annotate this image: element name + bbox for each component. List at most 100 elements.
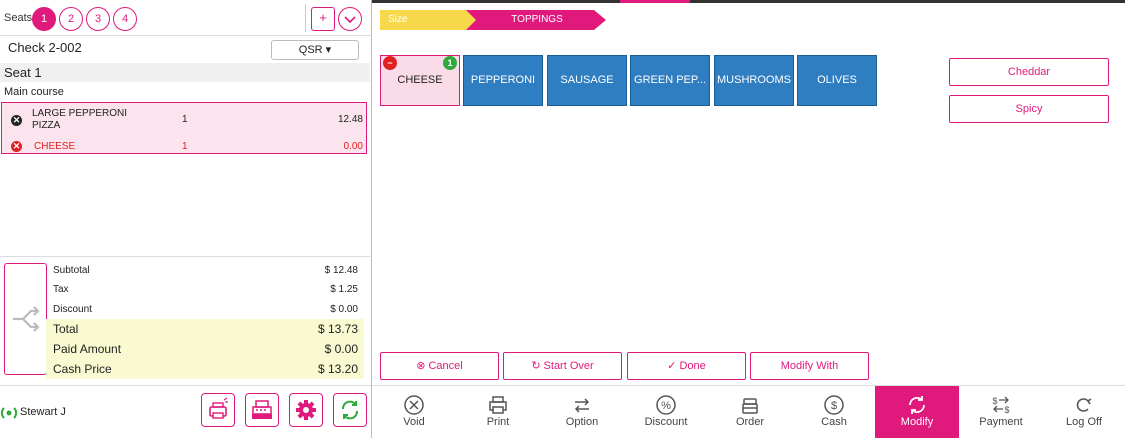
expand-button[interactable] bbox=[338, 7, 362, 31]
order-item[interactable]: ✕ CHEESE 1 0.00 bbox=[2, 139, 366, 153]
check-row: Check 2-002 QSR ▾ bbox=[0, 36, 372, 62]
cancel-label: Cancel bbox=[428, 360, 463, 372]
tax-row: Tax $ 1.25 bbox=[46, 280, 364, 299]
top-bar-accent bbox=[620, 0, 690, 3]
svg-text:$: $ bbox=[831, 400, 837, 412]
topping-mushrooms-button[interactable]: MUSHROOMS bbox=[714, 55, 794, 106]
seat-3-button[interactable]: 3 bbox=[86, 7, 110, 31]
chevron-down-icon bbox=[344, 16, 356, 24]
split-check-button[interactable] bbox=[4, 263, 47, 375]
order-item-name-line2: PIZZA bbox=[32, 120, 61, 131]
log-off-icon bbox=[1076, 398, 1092, 412]
subtotal-row: Subtotal $ 12.48 bbox=[46, 261, 364, 280]
topping-green-pepper-button[interactable]: GREEN PEP... bbox=[630, 55, 710, 106]
nav-void-label: Void bbox=[403, 416, 425, 428]
cash-price-label: Cash Price bbox=[53, 362, 112, 376]
nav-void-button[interactable]: Void bbox=[372, 386, 456, 438]
nav-cash-button[interactable]: $ Cash bbox=[792, 386, 876, 438]
add-seat-button[interactable]: + bbox=[311, 7, 335, 31]
tax-label: Tax bbox=[53, 284, 69, 295]
user-name: Stewart J bbox=[20, 406, 66, 418]
remove-item-icon[interactable]: ✕ bbox=[11, 141, 22, 152]
seat-2-button[interactable]: 2 bbox=[59, 7, 83, 31]
settings-button[interactable] bbox=[289, 393, 323, 427]
option-cheddar-button[interactable]: Cheddar bbox=[949, 58, 1109, 86]
order-item-name: CHEESE bbox=[34, 141, 76, 152]
gear-icon bbox=[296, 400, 316, 420]
left-toolbar: Stewart J bbox=[0, 385, 371, 438]
printer-icon bbox=[209, 397, 228, 419]
nav-order-button[interactable]: Order bbox=[708, 386, 792, 438]
totals-section: Subtotal $ 12.48 Tax $ 1.25 Discount $ 0… bbox=[0, 256, 370, 379]
nav-discount-label: Discount bbox=[644, 416, 688, 428]
nav-print-button[interactable]: Print bbox=[456, 386, 540, 438]
course-label: Main course bbox=[4, 86, 64, 98]
nav-option-label: Option bbox=[565, 416, 599, 428]
cash-price-row: Cash Price $ 13.20 bbox=[46, 359, 364, 379]
seat-4-button[interactable]: 4 bbox=[113, 7, 137, 31]
topping-sausage-button[interactable]: SAUSAGE bbox=[547, 55, 627, 106]
cash-drawer-button[interactable] bbox=[245, 393, 279, 427]
nav-log-off-button[interactable]: Log Off bbox=[1042, 386, 1125, 438]
total-value: $ 13.73 bbox=[317, 322, 358, 336]
breadcrumb-size[interactable]: Size bbox=[380, 10, 480, 30]
bottom-nav: Void Print Option % Discount Order $ Cas… bbox=[372, 385, 1125, 438]
start-over-label: Start Over bbox=[543, 360, 594, 372]
divider bbox=[305, 4, 306, 32]
order-type-select[interactable]: QSR ▾ bbox=[271, 40, 359, 60]
topping-olives-button[interactable]: OLIVES bbox=[797, 55, 877, 106]
void-icon bbox=[404, 395, 424, 415]
tax-value: $ 1.25 bbox=[330, 284, 358, 295]
printer-settings-button[interactable] bbox=[201, 393, 235, 427]
subtotal-value: $ 12.48 bbox=[324, 265, 358, 276]
order-item-price: 12.48 bbox=[337, 114, 363, 125]
cash-price-value: $ 13.20 bbox=[317, 362, 358, 376]
seats-label: Seats bbox=[4, 12, 33, 24]
discount-label: Discount bbox=[53, 304, 92, 315]
nav-discount-button[interactable]: % Discount bbox=[624, 386, 708, 438]
user-signal-icon bbox=[0, 407, 18, 419]
discount-value: $ 0.00 bbox=[330, 304, 358, 315]
print-icon bbox=[489, 396, 507, 414]
top-bar bbox=[372, 0, 1125, 3]
nav-print-label: Print bbox=[486, 416, 510, 428]
refresh-icon: ↻ bbox=[531, 360, 541, 372]
nav-modify-button[interactable]: Modify bbox=[875, 386, 959, 438]
option-spicy-button[interactable]: Spicy bbox=[949, 95, 1109, 123]
breadcrumb-toppings[interactable]: TOPPINGS bbox=[466, 10, 608, 30]
order-item-name: LARGE PEPPERONI PIZZA bbox=[32, 108, 127, 132]
done-button[interactable]: ✓ Done bbox=[627, 352, 746, 380]
payment-icon: $ $ bbox=[992, 396, 1009, 415]
sync-button[interactable] bbox=[333, 393, 367, 427]
cash-icon: $ bbox=[824, 395, 844, 415]
total-row: Total $ 13.73 bbox=[46, 319, 364, 339]
remove-item-icon[interactable]: ✕ bbox=[11, 115, 22, 126]
order-items-list: ✕ LARGE PEPPERONI PIZZA 1 12.48 ✕ CHEESE… bbox=[1, 102, 367, 154]
nav-payment-button[interactable]: $ $ Payment bbox=[959, 386, 1043, 438]
seat-1-button[interactable]: 1 bbox=[32, 7, 56, 31]
discount-row: Discount $ 0.00 bbox=[46, 300, 364, 319]
total-label: Total bbox=[53, 322, 79, 336]
option-icon bbox=[574, 398, 590, 413]
order-item-qty: 1 bbox=[182, 141, 188, 152]
remove-topping-icon[interactable]: − bbox=[383, 56, 397, 70]
nav-option-button[interactable]: Option bbox=[540, 386, 624, 438]
seats-bar: Seats 1 2 3 4 + bbox=[0, 0, 372, 36]
split-icon bbox=[13, 306, 40, 332]
cancel-button[interactable]: ⊗ Cancel bbox=[380, 352, 499, 380]
paid-amount-row: Paid Amount $ 0.00 bbox=[46, 339, 364, 359]
subtotal-label: Subtotal bbox=[53, 265, 90, 276]
order-item[interactable]: ✕ LARGE PEPPERONI PIZZA 1 12.48 bbox=[2, 108, 366, 132]
refresh-icon bbox=[342, 400, 358, 420]
paid-amount-value: $ 0.00 bbox=[324, 342, 358, 356]
start-over-button[interactable]: ↻ Start Over bbox=[503, 352, 622, 380]
topping-pepperoni-button[interactable]: PEPPERONI bbox=[463, 55, 543, 106]
nav-log-off-label: Log Off bbox=[1066, 416, 1102, 428]
nav-modify-label: Modify bbox=[900, 416, 934, 428]
cancel-icon: ⊗ bbox=[416, 360, 426, 372]
check-number: Check 2-002 bbox=[8, 40, 82, 55]
order-panel: Seats 1 2 3 4 + Check 2-002 QSR ▾ Seat 1… bbox=[0, 0, 372, 438]
done-label: Done bbox=[679, 360, 706, 372]
modify-with-button[interactable]: Modify With bbox=[750, 352, 869, 380]
svg-text:$: $ bbox=[992, 396, 997, 406]
